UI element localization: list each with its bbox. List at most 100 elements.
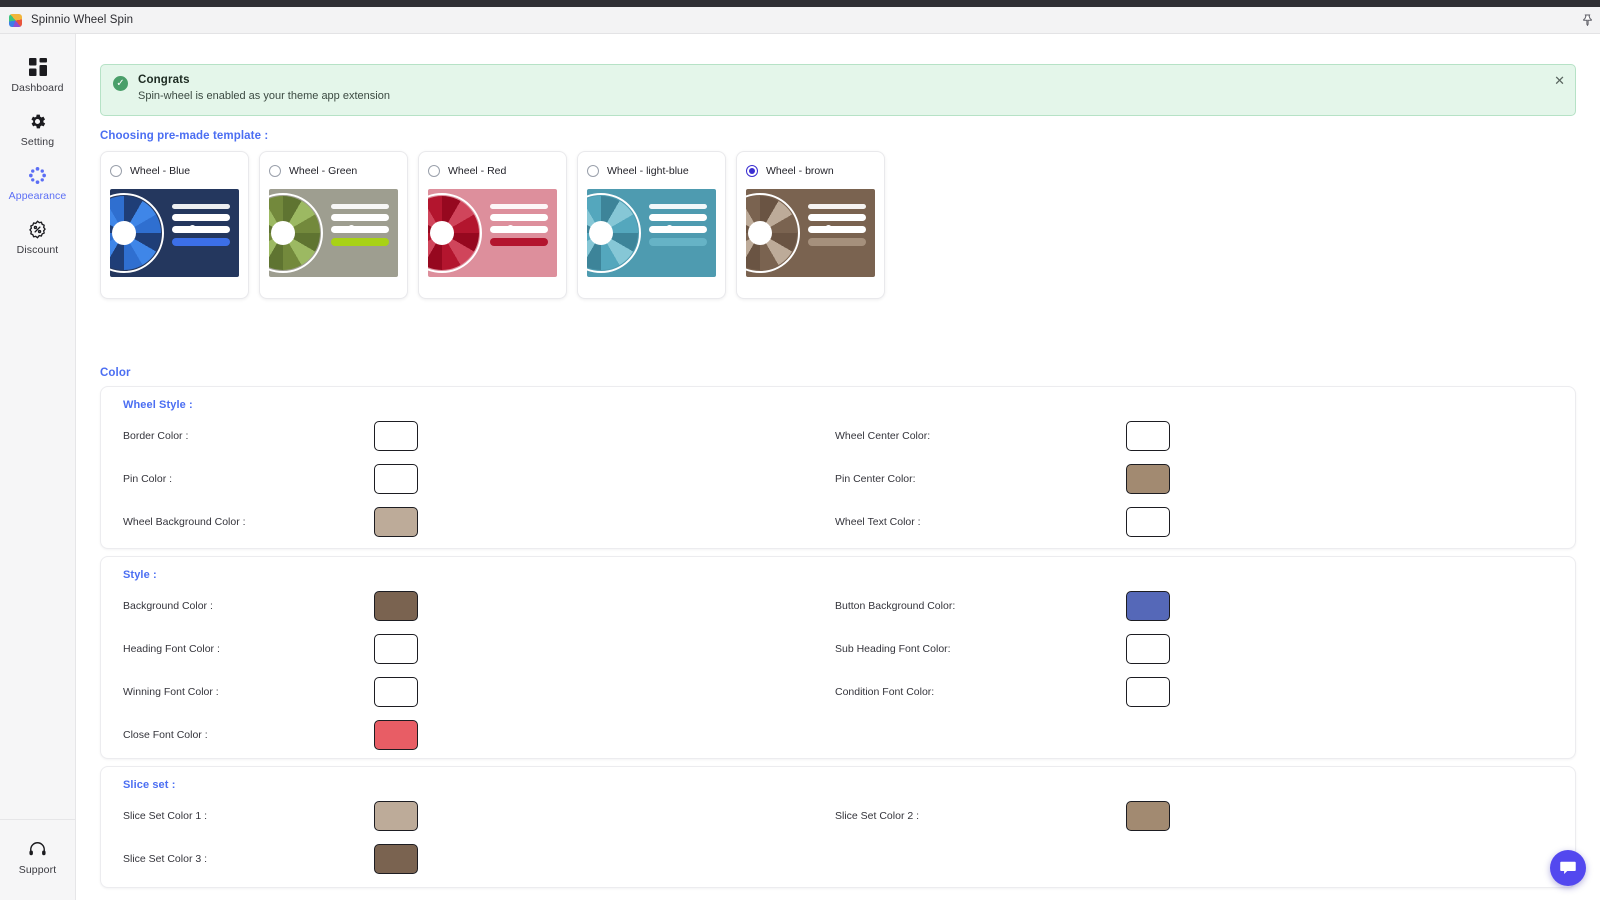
template-card-0[interactable]: Wheel - Blue [100,151,249,299]
preview-text-bars [649,204,707,246]
template-card-header: Wheel - Red [428,162,557,180]
color-field-label-text: Sub Heading Font Color: [835,643,951,655]
palette-icon [28,165,48,185]
template-card-header: Wheel - brown [746,162,875,180]
color-swatch[interactable] [1126,421,1170,451]
success-banner: ✓ Congrats Spin-wheel is enabled as your… [100,64,1576,116]
color-swatch[interactable] [1126,591,1170,621]
color-swatch[interactable] [1126,801,1170,831]
template-label: Wheel - Blue [130,165,191,177]
color-field-label: Wheel Text Color : [835,508,921,536]
slice-set-heading: Slice set : [123,779,176,791]
sidebar-item-label: Appearance [8,190,67,202]
color-swatch[interactable] [374,591,418,621]
template-card-header: Wheel - light-blue [587,162,716,180]
color-field-label-text: Border Color : [123,430,189,442]
template-card-header: Wheel - Blue [110,162,239,180]
template-card-1[interactable]: Wheel - Green [259,151,408,299]
template-card-header: Wheel - Green [269,162,398,180]
color-field-label: Border Color : [123,422,188,450]
color-field-label: Heading Font Color : [123,635,220,663]
color-field-label: Pin Center Color: [835,465,916,493]
pin-icon[interactable] [1578,11,1596,29]
template-preview [428,189,557,277]
color-field-label-text: Winning Font Color : [123,686,219,698]
color-swatch[interactable] [1126,507,1170,537]
color-field-label: Pin Color : [123,465,172,493]
color-swatch[interactable] [374,421,418,451]
color-swatch[interactable] [374,507,418,537]
color-field-label-text: Slice Set Color 1 : [123,810,208,822]
color-field-label: Background Color : [123,592,213,620]
sidebar-item-label: Support [18,864,57,876]
color-field-label: Wheel Background Color : [123,508,246,536]
wheel-preview-icon [746,193,800,273]
color-swatch[interactable] [374,801,418,831]
template-card-2[interactable]: Wheel - Red [418,151,567,299]
wheel-preview-icon [587,193,641,273]
color-field-label: Slice Set Color 3 : [123,845,207,873]
wheel-style-card: Wheel Style : Border Color : Wheel Center… [100,386,1576,549]
color-field-label: Button Background Color: [835,592,955,620]
template-radio-2[interactable] [428,165,440,177]
color-field-label-text: Wheel Center Color: [835,430,931,442]
color-field-label-text: Heading Font Color : [123,643,220,655]
color-field-label: Slice Set Color 2 : [835,802,919,830]
wheel-preview-icon [428,193,482,273]
template-radio-0[interactable] [110,165,122,177]
sidebar-item-support[interactable]: Support [0,830,75,884]
color-field-label: Condition Font Color: [835,678,934,706]
template-card-4[interactable]: Wheel - brown [736,151,885,299]
template-label: Wheel - Red [448,165,507,177]
color-field-label-text: Pin Center Color: [835,473,916,485]
template-radio-3[interactable] [587,165,599,177]
spinnio-logo-icon [9,13,22,27]
sidebar-item-appearance[interactable]: Appearance [0,156,75,210]
color-field-label-text: Wheel Text Color : [835,516,921,528]
template-preview [746,189,875,277]
color-swatch[interactable] [1126,634,1170,664]
dashboard-icon [28,57,48,77]
preview-text-bars [331,204,389,246]
sidebar: Dashboard Setting Appearance Discount Su… [0,34,76,900]
slice-set-card: Slice set : Slice Set Color 1 : Slice Set… [100,766,1576,888]
color-field-label-text: Wheel Background Color : [123,516,246,528]
sidebar-footer: Support [0,819,75,900]
color-field-label: Sub Heading Font Color: [835,635,951,663]
color-swatch[interactable] [1126,677,1170,707]
sidebar-item-label: Discount [16,244,59,256]
app-title: Spinnio Wheel Spin [31,14,134,26]
color-swatch[interactable] [374,844,418,874]
banner-title: Congrats [138,74,190,86]
color-field-label: Wheel Center Color: [835,422,930,450]
template-label: Wheel - light-blue [607,165,689,177]
color-swatch[interactable] [374,634,418,664]
template-label: Wheel - Green [289,165,358,177]
template-picker-section: Choosing pre-made template : Wheel - Blu… [100,130,1576,299]
color-swatch[interactable] [1126,464,1170,494]
template-section-heading: Choosing pre-made template : [100,130,269,142]
style-heading: Style : [123,569,157,581]
template-card-3[interactable]: Wheel - light-blue [577,151,726,299]
template-radio-4[interactable] [746,165,758,177]
color-swatch[interactable] [374,677,418,707]
color-field-label-text: Condition Font Color: [835,686,935,698]
color-field-label-text: Slice Set Color 2 : [835,810,920,822]
chat-bubble-icon[interactable] [1550,850,1586,886]
sidebar-item-label: Dashboard [11,82,64,94]
color-swatch[interactable] [374,464,418,494]
template-radio-1[interactable] [269,165,281,177]
close-icon[interactable]: ✕ [1554,74,1565,87]
sidebar-item-setting[interactable]: Setting [0,102,75,156]
color-swatch[interactable] [374,720,418,750]
sidebar-item-discount[interactable]: Discount [0,210,75,264]
preview-text-bars [808,204,866,246]
banner-message: Spin-wheel is enabled as your theme app … [138,90,390,102]
template-preview [110,189,239,277]
style-card: Style : Background Color : Button Backgro… [100,556,1576,759]
sidebar-item-dashboard[interactable]: Dashboard [0,48,75,102]
template-list: Wheel - Blue Wheel - Green Wheel - Red Whee… [100,151,885,299]
check-circle-icon: ✓ [113,76,128,91]
headset-icon [28,839,48,859]
template-preview [269,189,398,277]
